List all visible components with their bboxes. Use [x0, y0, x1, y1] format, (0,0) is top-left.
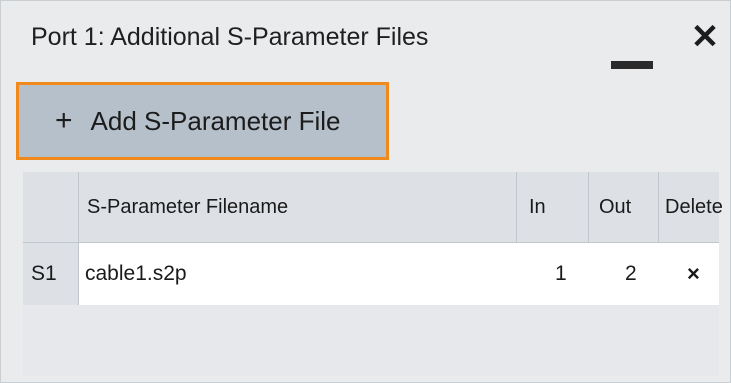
- row-label: S1: [23, 243, 79, 305]
- header-filename: S-Parameter Filename: [79, 172, 517, 242]
- in-port-cell[interactable]: 1: [555, 243, 575, 305]
- dialog-title: Port 1: Additional S-Parameter Files: [31, 23, 429, 51]
- add-button-label: Add S-Parameter File: [90, 105, 341, 136]
- header-in: In: [517, 172, 589, 242]
- row-body: cable1.s2p 1 2 ×: [79, 243, 719, 305]
- header-delete: Delete: [659, 172, 723, 242]
- s-parameter-table: S-Parameter Filename In Out Delete S1 ca…: [23, 172, 723, 376]
- minimize-icon[interactable]: [611, 61, 653, 69]
- table-row: S1 cable1.s2p 1 2 ×: [23, 243, 719, 305]
- empty-table-row: [23, 305, 719, 376]
- add-s-parameter-file-button[interactable]: + Add S-Parameter File: [16, 82, 389, 160]
- filename-cell[interactable]: cable1.s2p: [85, 243, 187, 305]
- plus-icon: +: [55, 104, 73, 137]
- delete-icon[interactable]: ×: [687, 243, 711, 305]
- out-port-cell[interactable]: 2: [625, 243, 645, 305]
- header-out: Out: [589, 172, 659, 242]
- table-corner-header: [23, 172, 79, 242]
- dialog-titlebar: Port 1: Additional S-Parameter Files ✕: [1, 1, 730, 79]
- close-icon[interactable]: ✕: [685, 17, 725, 57]
- s-parameter-files-dialog: Port 1: Additional S-Parameter Files ✕ +…: [0, 0, 731, 383]
